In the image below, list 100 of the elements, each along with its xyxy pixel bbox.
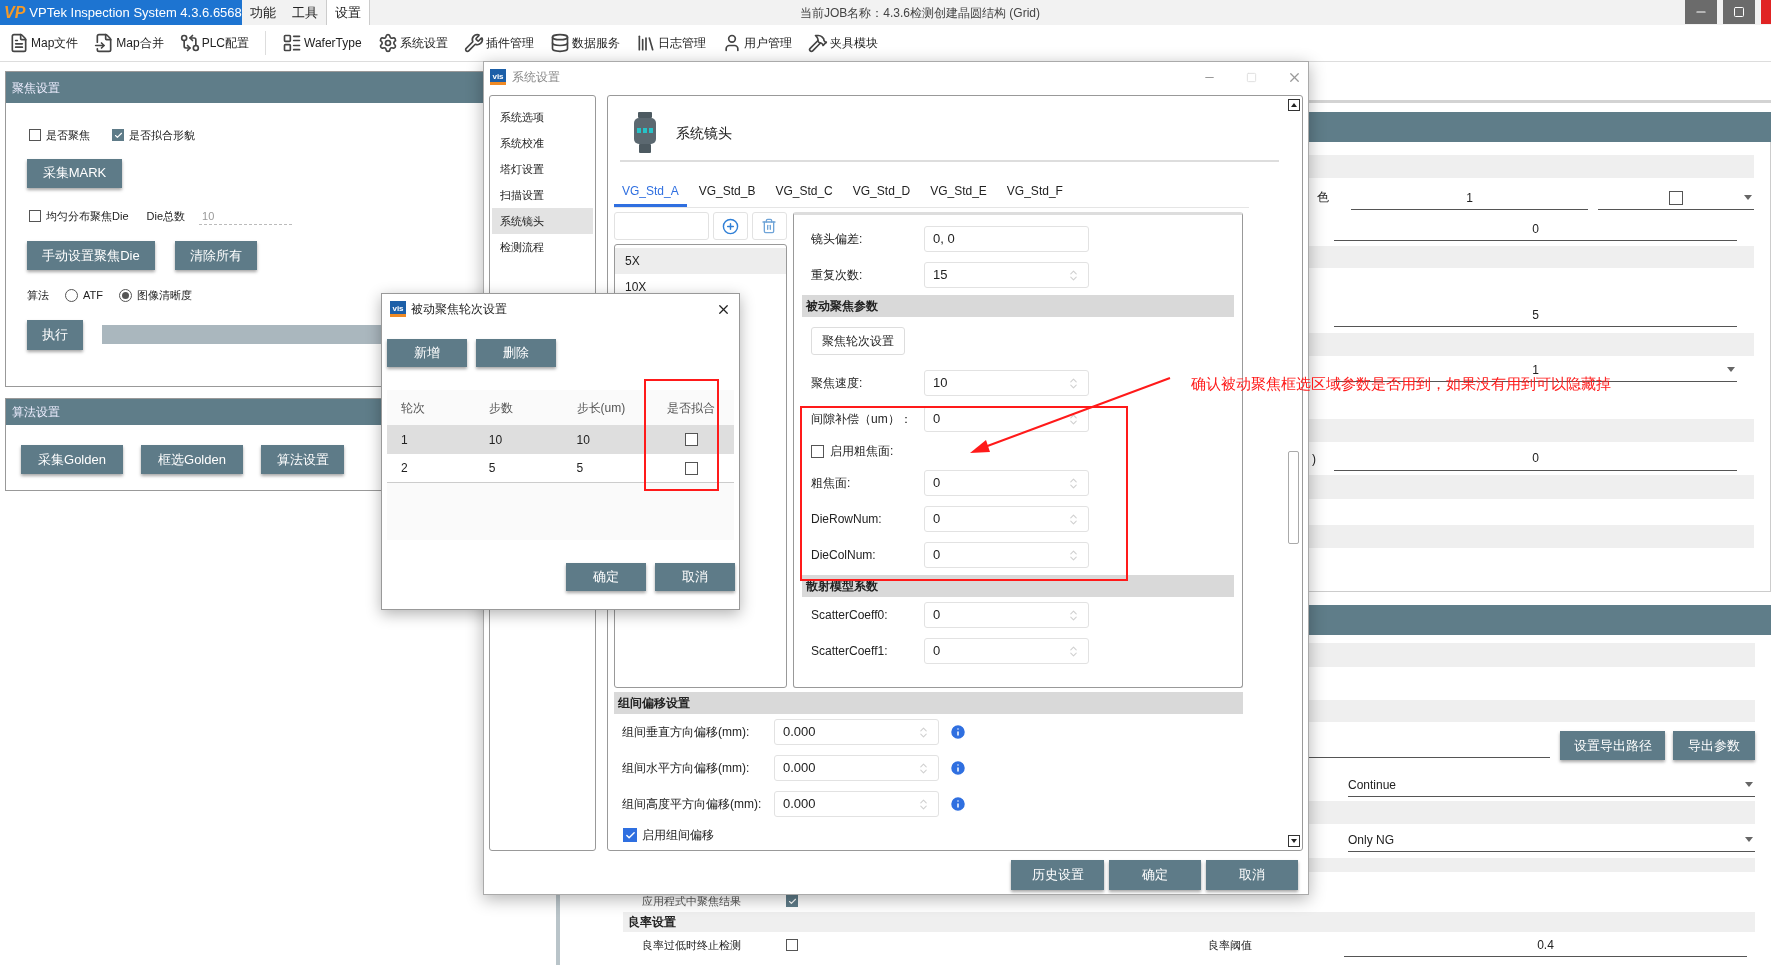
dialog-button[interactable]: 确定: [566, 563, 646, 591]
lens-tab[interactable]: VG_Std_F: [998, 182, 1071, 207]
checkbox[interactable]: [112, 129, 124, 142]
checkbox[interactable]: [29, 129, 41, 142]
maximize-button[interactable]: [1723, 0, 1755, 24]
menu-tab[interactable]: 工具: [284, 0, 326, 25]
dropdown[interactable]: Only NG: [1348, 828, 1755, 852]
checkbox[interactable]: [786, 939, 798, 951]
gear-icon: [377, 33, 398, 53]
nav-item[interactable]: 扫描设置: [492, 182, 593, 208]
checkbox[interactable]: [684, 433, 698, 446]
dialog-button[interactable]: 新增: [387, 339, 467, 367]
lens-tab[interactable]: VG_Std_C: [767, 182, 841, 207]
toolbar-button[interactable]: 数据服务: [549, 33, 620, 53]
table-row[interactable]: 2 5 5: [387, 454, 734, 483]
dialog-button[interactable]: 取消: [655, 563, 735, 591]
number-field[interactable]: 15: [924, 262, 1089, 288]
checkbox[interactable]: [786, 895, 798, 907]
dialog-button[interactable]: 历史设置: [1011, 860, 1104, 890]
algorithm-button[interactable]: 采集Golden: [21, 445, 123, 474]
number-field[interactable]: 0: [924, 470, 1089, 496]
export-path-button[interactable]: 设置导出路径: [1560, 731, 1665, 760]
section-title: 组间偏移设置: [618, 695, 690, 712]
caret-icon: [1745, 782, 1753, 787]
input-field[interactable]: 0: [1334, 217, 1737, 241]
dropdown[interactable]: Continue: [1348, 773, 1755, 797]
list-item[interactable]: 5X: [615, 248, 786, 274]
nav-item[interactable]: 检测流程: [492, 234, 593, 260]
nav-item[interactable]: 系统选项: [492, 104, 593, 130]
field-label: 粗焦面:: [811, 475, 852, 492]
toolbar-button[interactable]: Map文件: [9, 33, 79, 53]
app-logo: vis: [490, 69, 506, 85]
dialog-title: 系统设置: [512, 69, 560, 86]
toolbar-button[interactable]: 日志管理: [635, 33, 706, 53]
lens-tab[interactable]: VG_Std_E: [922, 182, 995, 207]
delete-button[interactable]: [751, 212, 787, 240]
toolbar-button[interactable]: WaferType: [282, 33, 362, 53]
menu-tab[interactable]: 设置: [326, 0, 370, 25]
scroll-down-icon[interactable]: [1287, 835, 1300, 847]
algorithm-button[interactable]: 框选Golden: [141, 445, 243, 474]
info-icon[interactable]: [949, 795, 967, 813]
number-field[interactable]: 0.000: [774, 755, 939, 781]
lens-tab[interactable]: VG_Std_D: [844, 182, 919, 207]
number-field[interactable]: 0.000: [774, 719, 939, 745]
column-header: 步数: [487, 399, 514, 417]
scroll-up-icon[interactable]: [1287, 99, 1300, 111]
checkbox[interactable]: [1669, 190, 1683, 205]
spinner-icon[interactable]: [1067, 412, 1080, 426]
dialog-button[interactable]: 删除: [476, 339, 556, 367]
number-field[interactable]: 10: [924, 370, 1089, 396]
menu-tab[interactable]: 功能: [242, 0, 284, 25]
checkbox[interactable]: [29, 210, 41, 223]
add-button[interactable]: [712, 212, 748, 240]
column-header: 是否拟合: [666, 399, 717, 417]
table-cell-text: 5: [575, 460, 585, 477]
field-label: DieRowNum:: [811, 511, 883, 528]
manual-focus-button[interactable]: 手动设置聚焦Die: [27, 241, 155, 270]
toolbar-button[interactable]: PLC配置: [179, 33, 250, 53]
input-field[interactable]: 0, 0: [924, 226, 1089, 252]
checkbox[interactable]: [684, 461, 698, 475]
dialog-button[interactable]: 确定: [1109, 860, 1201, 890]
checkbox[interactable]: [623, 828, 637, 842]
number-field[interactable]: 0: [924, 638, 1089, 664]
search-field[interactable]: [614, 212, 709, 240]
toolbar-button[interactable]: Map合并: [94, 33, 164, 53]
number-field[interactable]: 0: [924, 602, 1089, 628]
algorithm-button[interactable]: 算法设置: [261, 445, 344, 474]
input-field[interactable]: 0.4: [1344, 933, 1747, 957]
nav-item[interactable]: 系统校准: [492, 130, 593, 156]
nav-item[interactable]: 塔灯设置: [492, 156, 593, 182]
input-field[interactable]: 5: [1334, 303, 1737, 327]
focus-rounds-button[interactable]: 聚焦轮次设置: [811, 327, 905, 355]
number-field[interactable]: 0.000: [774, 791, 939, 817]
input-field[interactable]: 1: [1351, 186, 1588, 210]
toolbar-button[interactable]: 夹具模块: [807, 33, 878, 53]
clear-all-button[interactable]: 清除所有: [175, 241, 257, 270]
info-icon[interactable]: [949, 759, 967, 777]
info-icon[interactable]: [949, 723, 967, 741]
column-header: 步长(um): [575, 399, 627, 417]
collect-mark-button[interactable]: 采集MARK: [27, 158, 122, 188]
toolbar-button[interactable]: 用户管理: [721, 33, 792, 53]
toolbar-button[interactable]: 系统设置: [377, 33, 448, 53]
number-field[interactable]: 0: [924, 506, 1089, 532]
nav-item[interactable]: 系统镜头: [492, 208, 593, 234]
scroll-thumb[interactable]: [1288, 451, 1299, 544]
table-row[interactable]: 1 10 10: [387, 425, 734, 454]
minimize-button[interactable]: [1685, 0, 1717, 24]
checkbox[interactable]: [811, 444, 824, 458]
section-title: 良率设置: [628, 914, 676, 931]
file-input-icon: [94, 33, 115, 53]
caret-icon: [1744, 195, 1752, 200]
run-button[interactable]: 执行: [27, 319, 83, 350]
lens-tab[interactable]: VG_Std_A: [614, 182, 687, 207]
input-field[interactable]: 0: [1334, 446, 1737, 471]
number-field[interactable]: 0: [924, 542, 1089, 568]
section-title: 被动聚焦参数: [806, 298, 878, 315]
export-params-button[interactable]: 导出参数: [1673, 731, 1755, 760]
toolbar-button[interactable]: 插件管理: [463, 33, 534, 53]
lens-tab[interactable]: VG_Std_B: [690, 182, 764, 207]
dialog-button[interactable]: 取消: [1206, 860, 1298, 890]
